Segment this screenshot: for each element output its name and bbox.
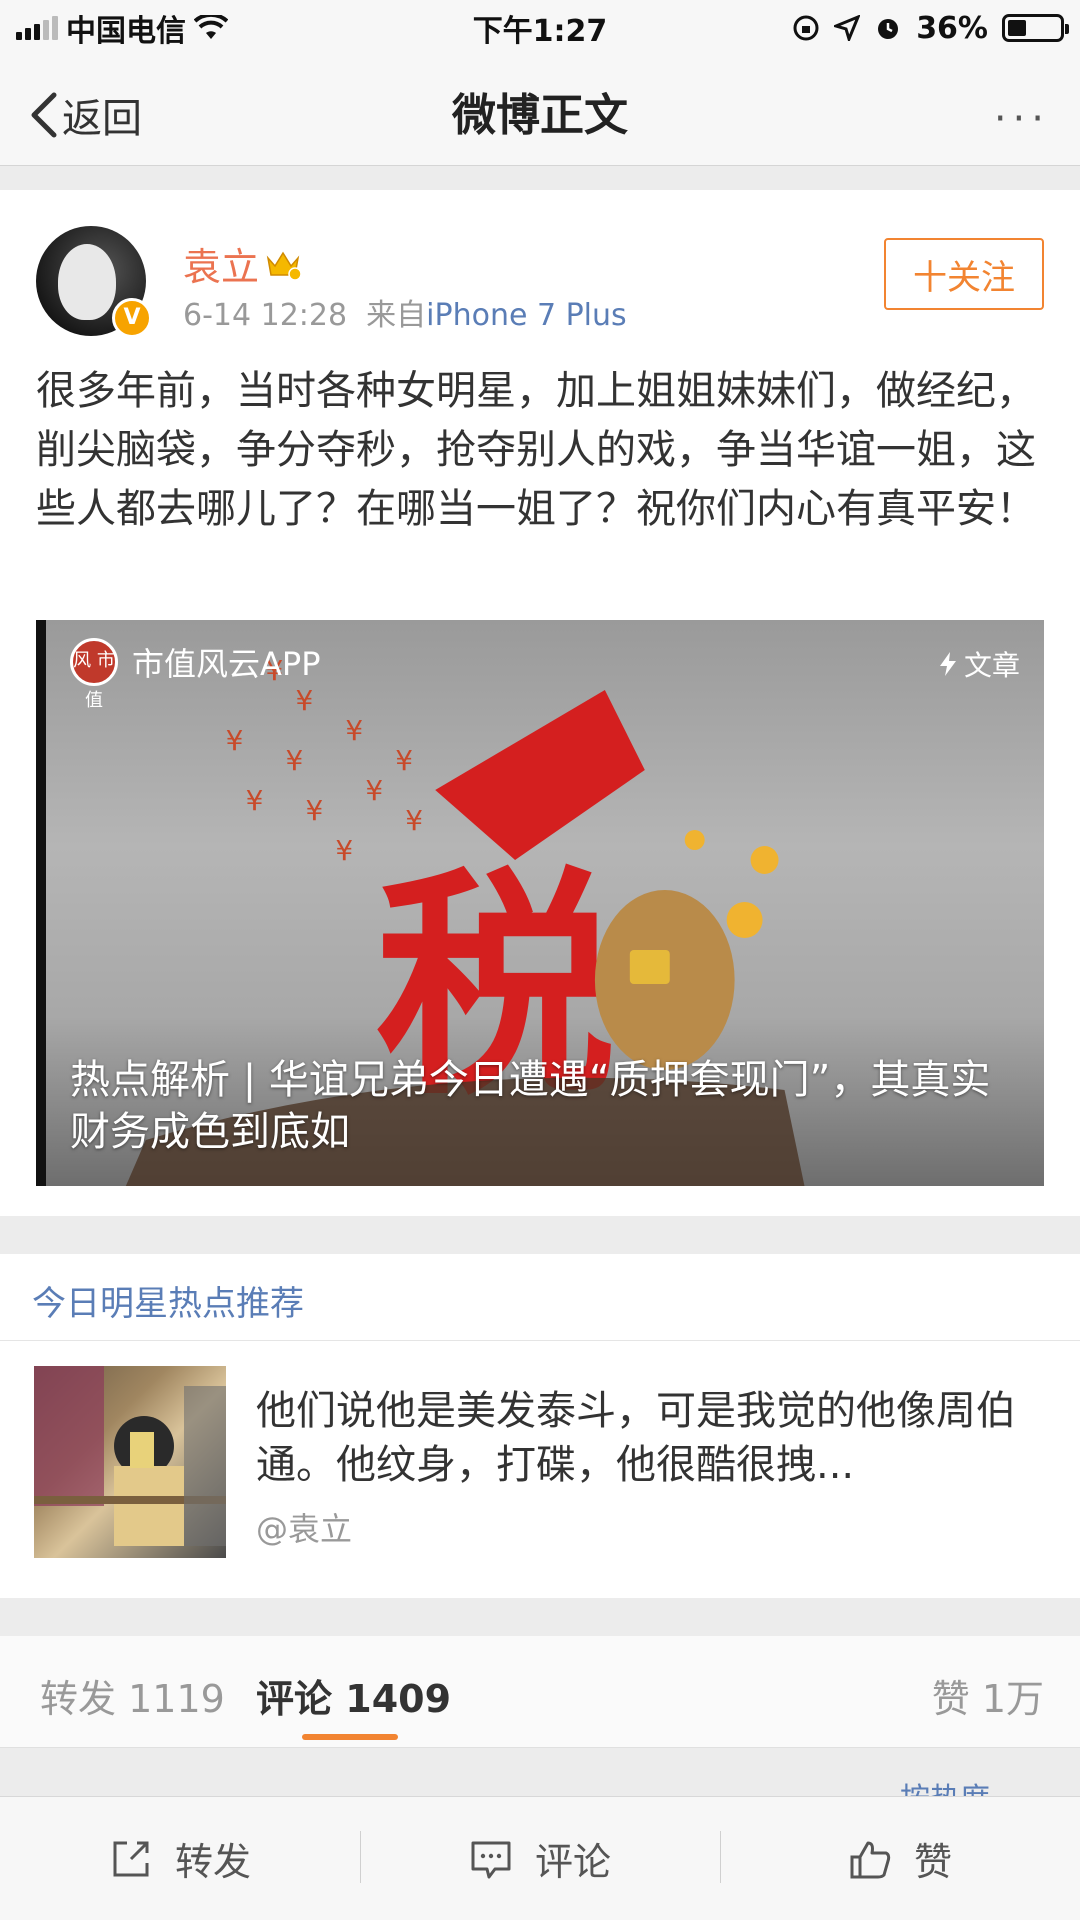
- bottom-toolbar: 转发 评论 赞: [0, 1796, 1080, 1920]
- alarm-icon: [878, 19, 899, 39]
- chevron-left-icon: [31, 92, 57, 138]
- source-device[interactable]: iPhone 7 Plus: [426, 298, 627, 333]
- avatar[interactable]: V: [36, 226, 152, 338]
- svg-text:¥: ¥: [365, 774, 383, 807]
- post-meta: 6-14 12:28 来自iPhone 7 Plus: [183, 290, 627, 334]
- comment-button-label: 评论: [534, 1840, 611, 1884]
- recommend-section: 今日明星热点推荐 他们说他是美发泰斗，可是我觉的他像周伯通。他纹身，打碟，他很酷…: [0, 1254, 1080, 1598]
- verified-badge: V: [112, 298, 152, 338]
- source-prefix: 来自: [366, 298, 427, 333]
- like-button-label: 赞: [913, 1840, 952, 1884]
- status-right: 36%: [704, 10, 1069, 46]
- recommend-header[interactable]: 今日明星热点推荐: [32, 1276, 304, 1325]
- thumbs-up-icon: [850, 1841, 891, 1878]
- follow-button[interactable]: 十关注: [884, 238, 1044, 310]
- post-card: V 袁立 6-14 12:28 来自iPhone 7 Plus 十关注 很多年前…: [0, 190, 1080, 1216]
- lightning-icon: [939, 652, 956, 676]
- like-button[interactable]: 赞: [720, 1797, 1080, 1920]
- svg-text:¥: ¥: [296, 684, 314, 717]
- article-source: 风 市 值 市值风云APP: [70, 638, 321, 711]
- svg-text:¥: ¥: [345, 714, 363, 747]
- recommend-thumbnail[interactable]: [34, 1366, 226, 1558]
- status-bar: 中国电信 下午1:27 36%: [0, 0, 1080, 56]
- nav-bar: 返回 微博正文 ···: [0, 56, 1080, 166]
- repost-count: 1119: [128, 1677, 225, 1721]
- svg-text:¥: ¥: [246, 784, 264, 817]
- rotation-lock-icon: [793, 15, 819, 41]
- svg-text:¥: ¥: [395, 744, 413, 777]
- divider: [0, 1340, 1080, 1341]
- status-left: 中国电信: [16, 6, 376, 50]
- comment-label: 评论: [256, 1677, 333, 1721]
- post-text: 很多年前，当时各种女明星，加上姐姐妹妹们，做经纪，削尖脑袋，争分夺秒，抢夺别人的…: [36, 368, 1036, 532]
- tab-like[interactable]: 赞 1万: [932, 1668, 1044, 1723]
- page-title: 微博正文: [452, 89, 628, 141]
- wifi-icon: [194, 15, 228, 39]
- battery-fill: [1008, 20, 1026, 36]
- repost-label: 转发: [40, 1677, 117, 1721]
- carrier-label: 中国电信: [66, 14, 186, 49]
- back-label: 返回: [62, 96, 142, 142]
- back-button[interactable]: 返回: [28, 86, 142, 144]
- post-date: 6-14 12:28: [183, 298, 348, 333]
- recommend-text[interactable]: 他们说他是美发泰斗，可是我觉的他像周伯通。他纹身，打碟，他很酷很拽...: [256, 1384, 1036, 1492]
- repost-button-label: 转发: [174, 1840, 251, 1884]
- tab-comment[interactable]: 评论 1409: [256, 1668, 451, 1723]
- clock: 下午1:27: [472, 14, 608, 49]
- source-logo: 风 市 值: [70, 638, 118, 711]
- recommend-author[interactable]: @袁立: [256, 1504, 352, 1550]
- svg-text:¥: ¥: [226, 724, 244, 757]
- tab-repost[interactable]: 转发 1119: [40, 1668, 225, 1723]
- comment-icon: [471, 1841, 511, 1878]
- crown-icon: [266, 251, 302, 280]
- svg-text:¥: ¥: [335, 834, 353, 867]
- thumbnail-image: [34, 1366, 226, 1546]
- battery-icon: [1002, 14, 1069, 42]
- active-tab-indicator: [302, 1734, 398, 1740]
- article-source-name: 市值风云APP: [132, 645, 321, 683]
- user-name[interactable]: 袁立: [183, 236, 302, 291]
- stats-tabs: 转发 1119 评论 1409 赞 1万: [0, 1636, 1080, 1748]
- share-icon: [113, 1841, 149, 1876]
- article-title: 热点解析 | 华谊兄弟今日遭遇“质押套现门”，其真实财务成色到底如: [70, 1057, 991, 1155]
- article-tag-label: 文章: [963, 649, 1020, 682]
- more-button[interactable]: ···: [994, 96, 1050, 142]
- article-tag: 文章: [938, 644, 1020, 684]
- location-icon: [834, 15, 861, 41]
- svg-text:¥: ¥: [286, 744, 304, 777]
- like-count: 1万: [981, 1677, 1044, 1721]
- article-card[interactable]: ¥ ¥ ¥ ¥ ¥ ¥ ¥ ¥ ¥ ¥ ¥ 税 风 市 值 市值风云APP 文章 热点解析 | 华谊…: [36, 620, 1044, 1186]
- like-label: 赞: [931, 1677, 970, 1721]
- comment-button[interactable]: 评论: [360, 1797, 720, 1920]
- comment-count: 1409: [345, 1677, 452, 1721]
- repost-button[interactable]: 转发: [0, 1797, 360, 1920]
- signal-icon: [16, 16, 58, 40]
- avatar-face: [58, 244, 116, 320]
- svg-text:¥: ¥: [305, 794, 323, 827]
- user-name-text: 袁立: [183, 245, 260, 289]
- battery-percent: 36%: [916, 10, 988, 46]
- svg-text:¥: ¥: [405, 804, 423, 837]
